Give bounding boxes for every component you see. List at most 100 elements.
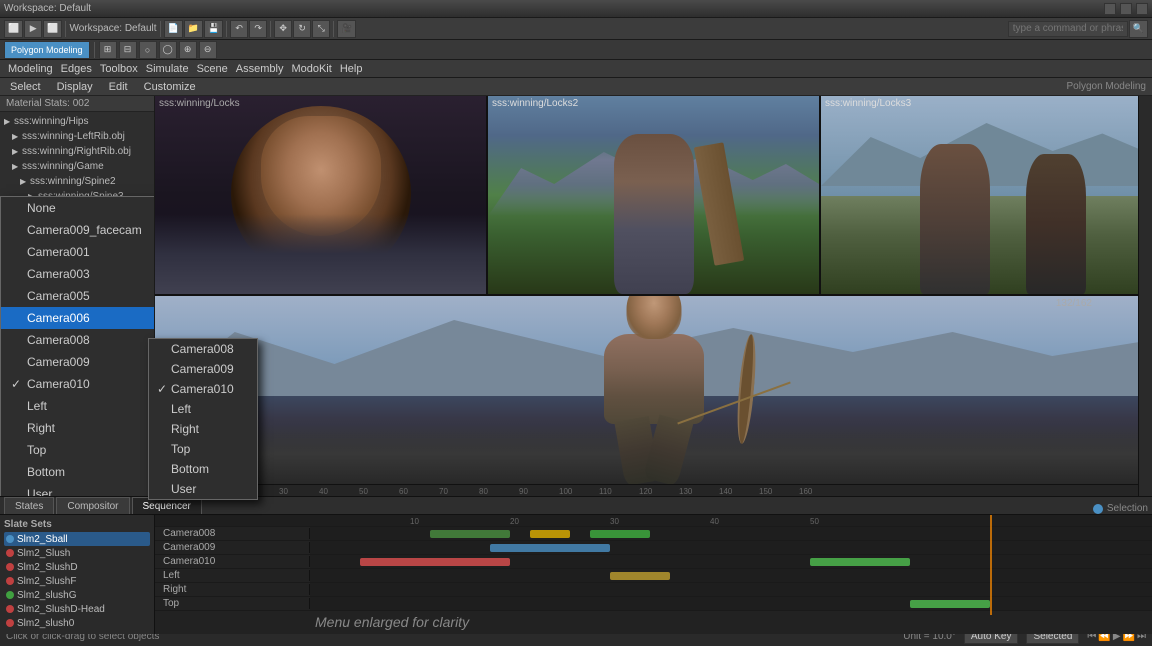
menu-modokit[interactable]: ModoKit: [287, 62, 335, 76]
seq-bar-2[interactable]: [310, 541, 1152, 554]
cam-left[interactable]: Left: [1, 395, 155, 417]
tree-item-1[interactable]: ▶ sss:winning-LeftRib.obj: [0, 129, 154, 144]
state-item-0[interactable]: Slm2_Sball: [4, 532, 150, 546]
viewport-top-mid[interactable]: sss:winning/Locks2: [488, 96, 821, 294]
sub-display[interactable]: Display: [53, 80, 97, 94]
tick-container: 0 10 20 30 40 50 60 70 80 90 100 110 120…: [159, 487, 839, 496]
mode-polygon[interactable]: Polygon Modeling: [4, 41, 90, 59]
sec-cam-right[interactable]: Right: [149, 419, 257, 439]
window-controls[interactable]: [1104, 3, 1148, 15]
cam-003[interactable]: Camera003: [1, 263, 155, 285]
tb-rotate[interactable]: ↻: [293, 20, 311, 38]
cam-006[interactable]: Camera006: [1, 307, 155, 329]
cam-bottom[interactable]: Bottom: [1, 461, 155, 483]
menu-help[interactable]: Help: [336, 62, 367, 76]
char-main-body: [554, 304, 754, 484]
dot-6: [6, 619, 14, 627]
tri-0: ▶: [4, 117, 12, 126]
sec-cam-008[interactable]: Camera008: [149, 339, 257, 359]
cam-top[interactable]: Top: [1, 439, 155, 461]
tb-btn-3[interactable]: ⬜: [43, 20, 62, 38]
menu-edges[interactable]: Edges: [57, 62, 96, 76]
tb-new[interactable]: 📄: [164, 20, 183, 38]
cam-001[interactable]: Camera001: [1, 241, 155, 263]
tree-item-0[interactable]: ▶ sss:winning/Hips: [0, 114, 154, 129]
tab-states[interactable]: States: [4, 497, 54, 514]
menubar: Modeling Edges Toolbox Simulate Scene As…: [0, 60, 1152, 78]
viewport-top-right[interactable]: sss:winning/Locks3: [821, 96, 1152, 294]
tb-camera[interactable]: 🎥: [337, 20, 356, 38]
viewport-top-left[interactable]: sss:winning/Locks: [155, 96, 488, 294]
state-item-5[interactable]: Slm2_SlushD-Head: [4, 602, 150, 616]
dot-2: [6, 563, 14, 571]
search-input[interactable]: [1008, 21, 1128, 37]
state-item-3[interactable]: Slm2_SlushF: [4, 574, 150, 588]
tree-label-4: sss:winning/Spine2: [30, 176, 116, 187]
tree-item-2[interactable]: ▶ sss:winning/RightRib.obj: [0, 144, 154, 159]
sep-3: [226, 21, 227, 37]
sec-cam-010[interactable]: ✓ Camera010: [149, 379, 257, 399]
menu-scene[interactable]: Scene: [193, 62, 232, 76]
ruler-10: 10: [410, 517, 419, 526]
tb-loop[interactable]: ○: [139, 41, 157, 59]
tb-open[interactable]: 📁: [184, 20, 203, 38]
menu-simulate[interactable]: Simulate: [142, 62, 193, 76]
cam-none[interactable]: None: [1, 197, 155, 219]
tb-shrink[interactable]: ⊖: [199, 41, 217, 59]
tree-label-1: sss:winning-LeftRib.obj: [22, 131, 125, 142]
tb-btn-2[interactable]: ▶: [24, 20, 42, 38]
dot-1: [6, 549, 14, 557]
menu-assembly[interactable]: Assembly: [232, 62, 288, 76]
state-item-2[interactable]: Slm2_SlushD: [4, 560, 150, 574]
tab-compositor[interactable]: Compositor: [56, 497, 129, 514]
seq-bar-5[interactable]: [310, 583, 1152, 596]
menu-modeling[interactable]: Modeling: [4, 62, 57, 76]
sub-customize[interactable]: Customize: [140, 80, 200, 94]
ruler-50: 50: [810, 517, 819, 526]
tree-item-4[interactable]: ▶ sss:winning/Spine2: [0, 174, 154, 189]
tick-160: 160: [799, 487, 839, 496]
sec-cam-user[interactable]: User: [149, 479, 257, 499]
cam-009facecam[interactable]: Camera009_facecam: [1, 219, 155, 241]
cam-009[interactable]: Camera009: [1, 351, 155, 373]
tb-save[interactable]: 💾: [204, 20, 223, 38]
seq-bar-1[interactable]: [310, 527, 1152, 540]
sub-select[interactable]: Select: [6, 80, 45, 94]
tb-move[interactable]: ✥: [274, 20, 292, 38]
close-btn[interactable]: [1136, 3, 1148, 15]
state-label-3: Slm2_SlushF: [17, 576, 76, 587]
state-item-1[interactable]: Slm2_Slush: [4, 546, 150, 560]
sec-cam-bottom[interactable]: Bottom: [149, 459, 257, 479]
viewport-tr-label: sss:winning/Locks3: [825, 98, 911, 109]
tb-ring[interactable]: ◯: [159, 41, 177, 59]
search-btn[interactable]: 🔍: [1129, 20, 1148, 38]
tb-grow[interactable]: ⊕: [179, 41, 197, 59]
seq-tracks: 10 20 30 40 50 Camera008: [155, 515, 1152, 611]
tb-btn-1[interactable]: ⬜: [4, 20, 23, 38]
cam-right[interactable]: Right: [1, 417, 155, 439]
seq-bar-4[interactable]: [310, 569, 1152, 582]
sec-label-left: Left: [171, 402, 191, 416]
tree-item-3[interactable]: ▶ sss:winning/Game: [0, 159, 154, 174]
tb-deselect[interactable]: ⊟: [119, 41, 137, 59]
sec-cam-top[interactable]: Top: [149, 439, 257, 459]
seq-bar-3[interactable]: [310, 555, 1152, 568]
state-item-4[interactable]: Slm2_slushG: [4, 588, 150, 602]
cam-008[interactable]: Camera008: [1, 329, 155, 351]
minimize-btn[interactable]: [1104, 3, 1116, 15]
sec-cam-left[interactable]: Left: [149, 399, 257, 419]
tb-undo[interactable]: ↶: [230, 20, 248, 38]
tb-scale[interactable]: ⤡: [312, 20, 330, 38]
tb-redo[interactable]: ↷: [249, 20, 267, 38]
maximize-btn[interactable]: [1120, 3, 1132, 15]
tick-130: 130: [679, 487, 719, 496]
sub-edit[interactable]: Edit: [105, 80, 132, 94]
seq-bar-6[interactable]: [310, 597, 1152, 610]
menu-toolbox[interactable]: Toolbox: [96, 62, 142, 76]
sec-cam-009[interactable]: Camera009: [149, 359, 257, 379]
tb-select-all[interactable]: ⊞: [99, 41, 117, 59]
main-viewport[interactable]: 132/162: [155, 296, 1152, 484]
cam-user[interactable]: User: [1, 483, 155, 496]
cam-010[interactable]: ✓ Camera010: [1, 373, 155, 395]
cam-005[interactable]: Camera005: [1, 285, 155, 307]
